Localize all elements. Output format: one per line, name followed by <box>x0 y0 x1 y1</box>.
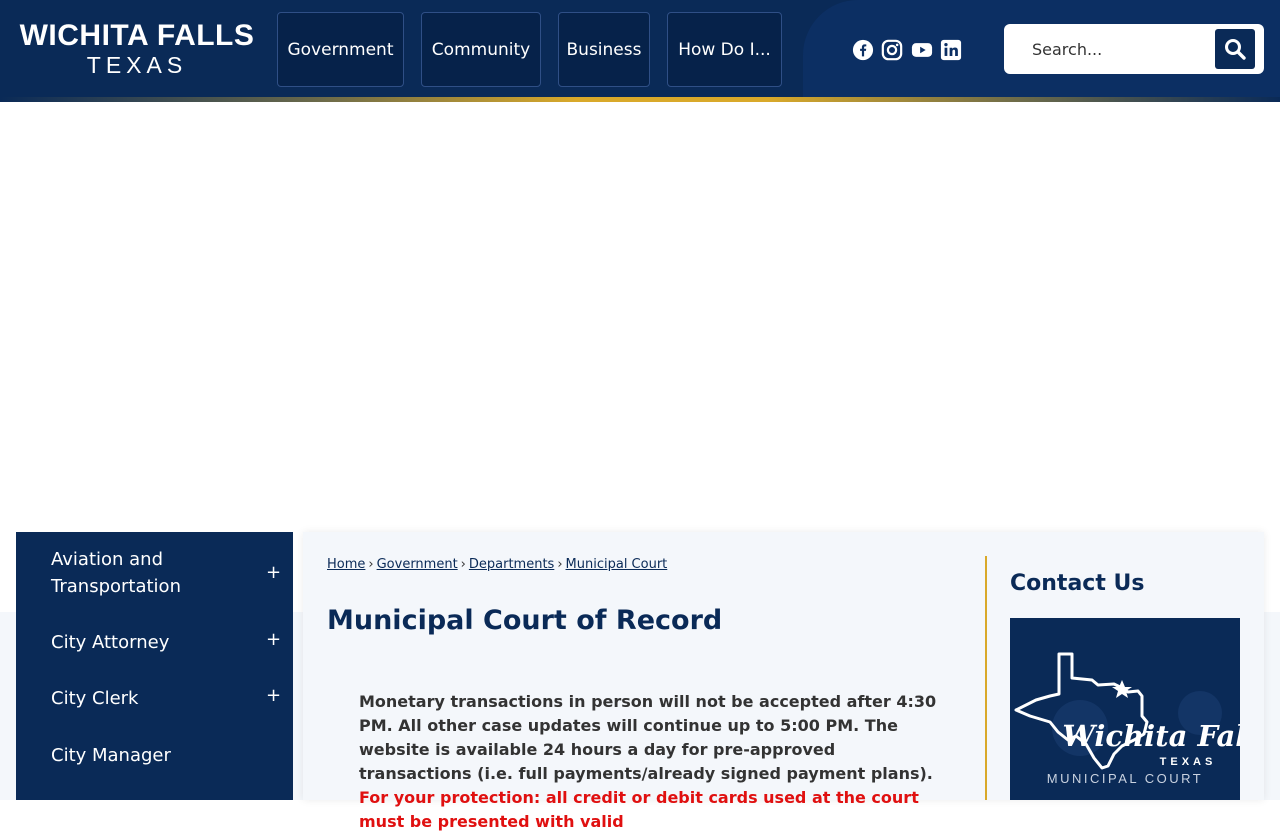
linkedin-icon[interactable] <box>939 38 963 62</box>
sidebar-item-label: City Attorney <box>51 632 170 653</box>
youtube-icon[interactable] <box>910 38 934 62</box>
logo-sub-text: MUNICIPAL COURT <box>1047 771 1203 786</box>
site-logo[interactable]: WICHITA FALLS TEXAS <box>17 19 257 79</box>
notice-body: Monetary transactions in person will not… <box>359 692 937 783</box>
sidebar-item-label: Aviation and Transportation <box>51 549 181 597</box>
notice-text: Monetary transactions in person will not… <box>359 690 939 834</box>
search-input[interactable] <box>1018 34 1208 64</box>
contact-us-heading: Contact Us <box>1010 571 1145 596</box>
nav-government[interactable]: Government <box>277 12 404 87</box>
texas-outline-icon: Wichita Falls TEXAS MUNICIPAL COURT <box>1014 652 1240 786</box>
instagram-icon[interactable] <box>880 38 904 62</box>
main-content: Home › Government › Departments › Municipal Co… <box>303 532 1264 831</box>
nav-community[interactable]: Community <box>421 12 541 87</box>
nav-how-do-i[interactable]: How Do I... <box>667 12 782 87</box>
facebook-icon[interactable] <box>851 38 875 62</box>
search-icon <box>1225 39 1246 60</box>
notice-warning: For your protection: all credit or debit… <box>359 788 919 831</box>
sidebar-item-city-attorney[interactable]: City Attorney + <box>16 629 293 656</box>
breadcrumb-departments[interactable]: Departments <box>469 557 554 572</box>
header-accent-bar <box>0 97 1280 102</box>
breadcrumb: Home › Government › Departments › Municipal Co… <box>327 557 667 572</box>
sidebar-item-label: City Manager <box>51 745 171 766</box>
sidebar-nav: Aviation and Transportation + City Attor… <box>16 532 293 800</box>
breadcrumb-home[interactable]: Home <box>327 557 365 572</box>
expand-icon[interactable]: + <box>266 682 281 709</box>
logo-subtitle: TEXAS <box>86 52 188 78</box>
logo-script-text: Wichita Falls <box>1062 719 1240 753</box>
column-divider <box>985 556 987 800</box>
site-header: WICHITA FALLS TEXAS Government Community… <box>0 0 1280 102</box>
sidebar-item-aviation-and-transportation[interactable]: Aviation and Transportation + <box>16 546 293 602</box>
logo-state-text: TEXAS <box>1160 756 1217 768</box>
breadcrumb-separator: › <box>368 557 374 572</box>
search-button[interactable] <box>1215 29 1255 69</box>
expand-icon[interactable]: + <box>266 559 281 586</box>
breadcrumb-municipal-court[interactable]: Municipal Court <box>566 557 668 572</box>
page-title: Municipal Court of Record <box>327 605 723 636</box>
sidebar-item-city-clerk[interactable]: City Clerk + <box>16 685 293 712</box>
municipal-court-logo: Wichita Falls TEXAS MUNICIPAL COURT <box>1010 618 1240 800</box>
nav-business[interactable]: Business <box>558 12 650 87</box>
breadcrumb-separator: › <box>557 557 563 572</box>
breadcrumb-separator: › <box>460 557 466 572</box>
expand-icon[interactable]: + <box>266 626 281 653</box>
search-box <box>1004 24 1264 74</box>
logo-title: WICHITA FALLS <box>19 19 255 52</box>
sidebar-item-label: City Clerk <box>51 688 139 709</box>
breadcrumb-government[interactable]: Government <box>377 557 458 572</box>
sidebar-item-city-manager[interactable]: City Manager <box>16 742 293 769</box>
